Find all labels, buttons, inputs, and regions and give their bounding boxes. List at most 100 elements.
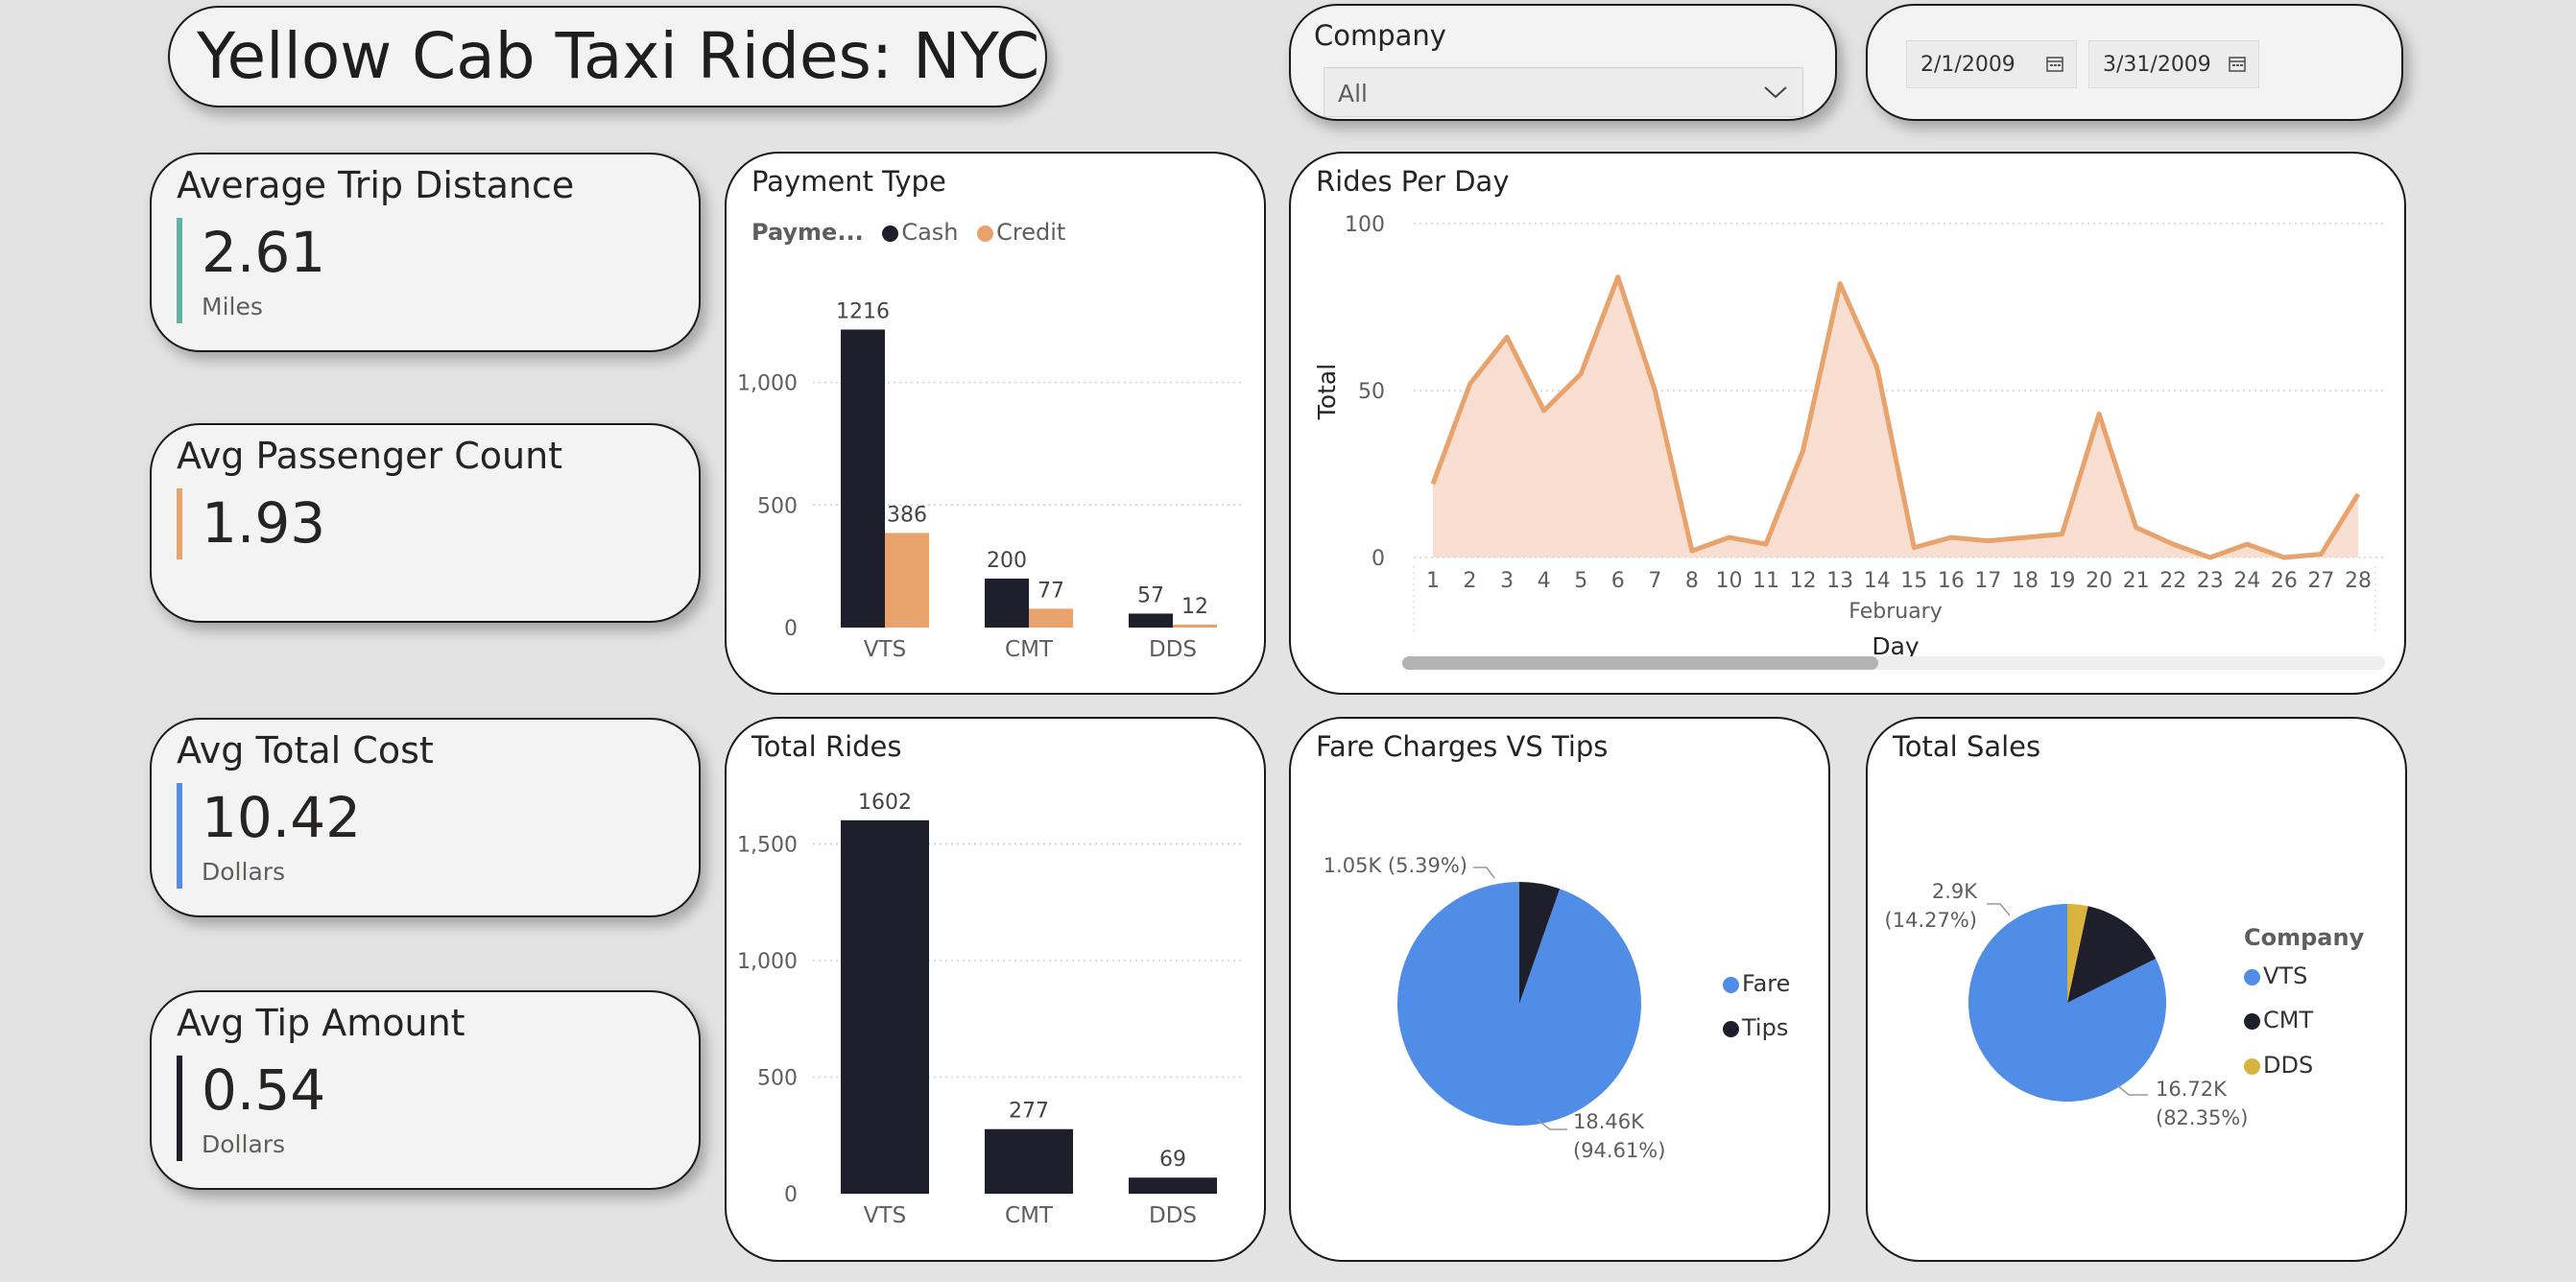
total-sales-chart[interactable]: Total Sales 16.72K (82.35%) 2.9K (14.27%) C… — [1866, 717, 2407, 1262]
x-tick-label: 26 — [2271, 569, 2298, 593]
start-date-value: 2/1/2009 — [1920, 53, 2015, 77]
x-tick-label: 14 — [1864, 569, 1891, 593]
legend-label-cmt: CMT — [2263, 1007, 2314, 1033]
company-slicer[interactable]: Company All — [1289, 4, 1837, 121]
rides-per-day-chart[interactable]: Rides Per Day 0 50 100 1 2 3 4 5 6 7 8 10 11 12 13 14 15… — [1289, 152, 2406, 695]
x-tick-label: 15 — [1900, 569, 1927, 593]
x-tick-label: 10 — [1715, 569, 1742, 593]
x-tick-label: 16 — [1938, 569, 1965, 593]
legend-label-tips: Tips — [1742, 1014, 1789, 1041]
chevron-down-icon[interactable] — [1762, 82, 1789, 103]
y-tick-label: 500 — [757, 1067, 798, 1091]
data-label: (14.27%) — [1885, 909, 1977, 932]
legend-item-cmt: CMT — [2244, 1007, 2313, 1033]
kpi-value: 10.42 — [202, 785, 362, 850]
data-label: 2.9K — [1932, 880, 1978, 903]
legend-item-vts: VTS — [2244, 962, 2307, 989]
company-dropdown[interactable]: All — [1324, 67, 1803, 117]
x-tick-label: CMT — [1005, 1203, 1054, 1228]
rides-per-day-plot: 0501001 2 3 4 5 6 7 8 10 11 12 13 14 15 16 17 18 19 20 21 22… — [1313, 213, 2385, 670]
data-label: 57 — [1137, 583, 1164, 607]
fare-vs-tips-chart[interactable]: Fare Charges VS Tips 18.46K (94.61%) 1.05K… — [1289, 717, 1830, 1262]
payment-type-plot: 0 500 1,000 1216 386 VTS 200 77 CMT 57 12 DDS — [737, 299, 1245, 662]
total-sales-plot: 16.72K (82.35%) 2.9K (14.27%) — [1885, 880, 2249, 1129]
y-tick-label: 1,000 — [737, 372, 798, 396]
scrollbar-thumb[interactable] — [1402, 656, 1878, 670]
data-label: 12 — [1181, 595, 1208, 619]
title-card: Yellow Cab Taxi Rides: NYC — [168, 6, 1047, 107]
kpi-unit: Dollars — [202, 1130, 286, 1158]
bar-cmt — [985, 1128, 1073, 1194]
kpi-title: Avg Tip Amount — [177, 1002, 465, 1044]
bar-cmt-cash — [985, 578, 1029, 628]
x-tick-label: 12 — [1790, 569, 1817, 593]
kpi-title: Average Trip Distance — [177, 164, 575, 206]
end-date-input[interactable]: 3/31/2009 — [2088, 40, 2259, 88]
legend-item-tips: Tips — [1723, 1014, 1788, 1041]
kpi-accent-bar — [177, 1056, 182, 1161]
bar-dds-credit — [1173, 624, 1217, 628]
calendar-icon[interactable] — [2228, 54, 2247, 73]
x-tick-label: 20 — [2086, 569, 2112, 593]
y-tick-label: 500 — [757, 494, 798, 518]
kpi-value: 2.61 — [202, 220, 326, 285]
y-tick-label: 0 — [784, 1183, 798, 1207]
bar-vts-cash — [841, 329, 885, 628]
kpi-unit: Miles — [202, 293, 263, 320]
x-tick-label: 23 — [2197, 569, 2224, 593]
date-range-slicer: 2/1/2009 3/31/2009 — [1866, 4, 2403, 121]
y-tick-label: 0 — [784, 617, 798, 641]
x-tick-label: 11 — [1753, 569, 1779, 593]
kpi-card-total-cost: Avg Total Cost 10.42 Dollars — [150, 718, 701, 917]
data-label: 1216 — [836, 299, 890, 323]
x-tick-label: 3 — [1500, 569, 1514, 593]
x-tick-label: 8 — [1685, 569, 1699, 593]
kpi-card-trip-distance: Average Trip Distance 2.61 Miles — [150, 153, 701, 352]
data-label: 1.05K (5.39%) — [1324, 854, 1467, 877]
data-label: (94.61%) — [1573, 1139, 1665, 1162]
kpi-accent-bar — [177, 218, 182, 323]
kpi-accent-bar — [177, 488, 182, 559]
kpi-value: 0.54 — [202, 1057, 326, 1123]
bar-cmt-credit — [1029, 608, 1073, 628]
total-rides-chart[interactable]: Total Rides 0 500 1,000 1,500 1602 VTS 277 CMT 6… — [725, 717, 1266, 1262]
bar-dds-cash — [1129, 613, 1173, 628]
x-tick-label: 6 — [1611, 569, 1625, 593]
company-value: All — [1338, 80, 1368, 107]
x-tick-label: 4 — [1538, 569, 1551, 593]
data-label: (82.35%) — [2156, 1106, 2248, 1129]
data-label: 77 — [1038, 579, 1064, 603]
x-tick-label: 27 — [2307, 569, 2334, 593]
kpi-value: 1.93 — [202, 490, 326, 556]
x-tick-label: 5 — [1574, 569, 1587, 593]
dashboard-title: Yellow Cab Taxi Rides: NYC — [197, 19, 1040, 93]
x-tick-label: DDS — [1149, 637, 1197, 662]
x-sublabel: February — [1849, 600, 1943, 624]
data-label: 277 — [1009, 1100, 1049, 1124]
legend-label-dds: DDS — [2263, 1052, 2314, 1079]
kpi-title: Avg Total Cost — [177, 729, 434, 772]
bar-dds — [1129, 1177, 1217, 1194]
x-tick-label: 1 — [1426, 569, 1440, 593]
kpi-title: Avg Passenger Count — [177, 435, 563, 477]
x-tick-label: 7 — [1648, 569, 1661, 593]
payment-type-chart[interactable]: Payment Type Payme... Cash Credit 0 500 1,… — [725, 152, 1266, 695]
x-axis-title: Day — [1872, 632, 1920, 660]
calendar-icon[interactable] — [2045, 54, 2064, 73]
bar-vts — [841, 819, 929, 1194]
data-label: 18.46K — [1573, 1110, 1645, 1133]
leader-line — [1987, 903, 2011, 916]
area-fill — [1433, 276, 2358, 558]
legend-title: Company — [2244, 924, 2365, 951]
legend-item-fare: Fare — [1723, 970, 1790, 997]
bar-vts-credit — [885, 533, 929, 628]
data-label: 386 — [887, 503, 927, 527]
start-date-input[interactable]: 2/1/2009 — [1906, 40, 2077, 88]
x-tick-label: 18 — [2012, 569, 2039, 593]
total-rides-plot: 0 500 1,000 1,500 1602 VTS 277 CMT 69 DDS — [737, 791, 1245, 1228]
legend-label-fare: Fare — [1742, 970, 1791, 997]
y-tick-label: 50 — [1358, 380, 1385, 404]
x-tick-label: 13 — [1826, 569, 1853, 593]
legend-marker-vts — [2244, 968, 2260, 985]
y-tick-label: 100 — [1345, 213, 1385, 237]
